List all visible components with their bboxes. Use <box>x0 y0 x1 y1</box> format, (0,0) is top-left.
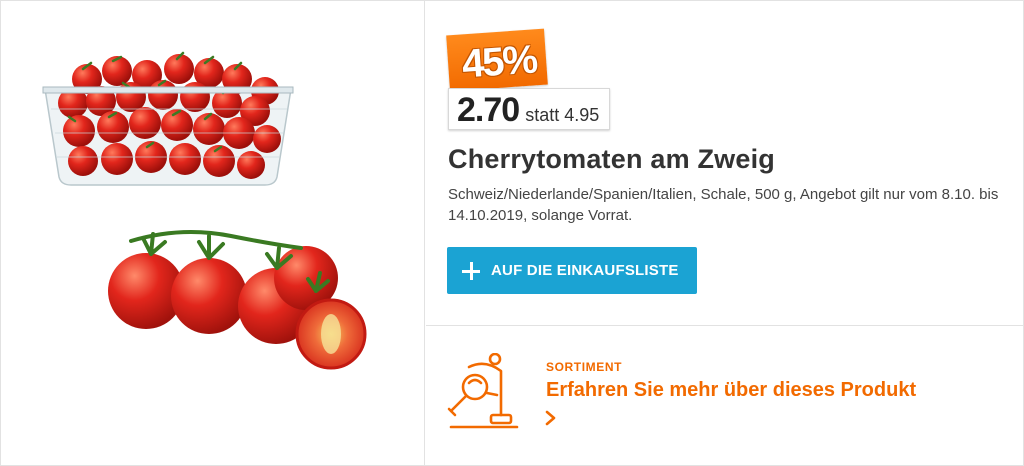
add-to-shopping-list-label: AUF DIE EINKAUFSLISTE <box>491 262 679 279</box>
price-box: 2.70 statt 4.95 <box>448 88 610 130</box>
discount-percent: 45% <box>460 37 538 87</box>
price-statt-label: statt <box>525 105 560 125</box>
sortiment-kicker: SORTIMENT <box>546 360 623 374</box>
plus-icon <box>461 261 481 281</box>
product-description: Schweiz/Niederlande/Spanien/Italien, Sch… <box>448 186 999 224</box>
product-image-panel <box>1 1 425 465</box>
add-to-shopping-list-button[interactable]: AUF DIE EINKAUFSLISTE <box>447 247 697 294</box>
product-search-icon <box>447 353 519 429</box>
section-divider <box>426 325 1023 326</box>
vine-tomatoes-image <box>108 230 367 370</box>
product-card: 45% 2.70 statt 4.95 Cherrytomaten am Zwe… <box>0 0 1024 466</box>
product-title: Cherrytomaten am Zweig <box>448 144 775 174</box>
chevron-right-icon[interactable] <box>544 409 558 427</box>
cherry-tomato-tray-image <box>42 51 294 186</box>
learn-more-link[interactable]: Erfahren Sie mehr über dieses Produkt <box>546 379 1006 402</box>
old-price: 4.95 <box>564 105 600 125</box>
current-price: 2.70 <box>457 91 520 129</box>
